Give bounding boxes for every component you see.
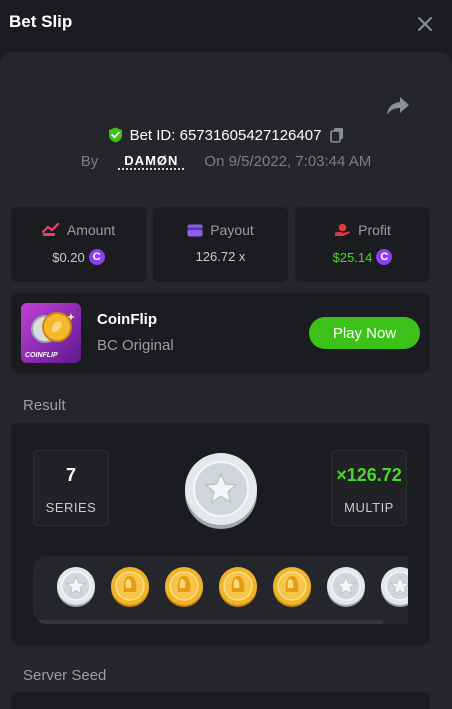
server-seed-card: [11, 692, 430, 709]
bet-date: 9/5/2022, 7:03:44 AM: [228, 152, 372, 170]
payout-card: Payout 126.72 x: [153, 207, 288, 282]
amount-icon: [41, 223, 59, 236]
shield-check-icon: [108, 127, 122, 143]
by-label: By: [80, 152, 99, 170]
server-seed-label: Server Seed: [23, 667, 107, 684]
gold-coin-icon: [273, 567, 311, 607]
gold-coin-icon: [165, 567, 203, 607]
gold-coin-icon: [219, 567, 257, 607]
series-value: 7: [65, 465, 76, 485]
gold-coin-icon: [111, 567, 149, 607]
profit-label: Profit: [358, 222, 391, 238]
result-section-label: Result: [23, 397, 66, 414]
bet-slip-header: Bet Slip: [0, 0, 452, 48]
bet-id-row: Bet ID: 65731605427126407: [0, 124, 452, 146]
result-silver-coin: [185, 453, 257, 529]
thumb-label: COINFLIP: [25, 352, 58, 359]
multiplier-label: MULTIP: [344, 500, 394, 515]
profit-icon: [335, 223, 350, 236]
profit-card: Profit $25.14 C: [295, 207, 430, 282]
series-label: SERIES: [45, 500, 97, 515]
play-now-button[interactable]: Play Now: [309, 317, 420, 349]
flip-history-strip[interactable]: [33, 556, 408, 624]
payout-label: Payout: [210, 222, 254, 238]
game-subtitle: BC Original: [97, 337, 174, 354]
amount-label: Amount: [66, 222, 116, 238]
silver-coin-icon: [57, 567, 95, 607]
close-icon[interactable]: [413, 12, 437, 36]
currency-icon: C: [376, 249, 393, 265]
series-box: 7 SERIES: [33, 450, 109, 526]
strip-scrollbar[interactable]: [33, 620, 383, 624]
bet-author-row: By DAMØN On 9/5/2022, 7:03:44 AM: [0, 150, 452, 172]
copy-icon[interactable]: [330, 127, 344, 143]
card-icon: [187, 224, 203, 236]
result-card: 7 SERIES ×126.72 MULTIP: [11, 423, 430, 645]
currency-icon: C: [88, 249, 105, 265]
game-card: COINFLIP CoinFlip BC Original Play Now: [11, 293, 430, 373]
multiplier-box: ×126.72 MULTIP: [331, 450, 407, 526]
bet-id-text: Bet ID: 65731605427126407: [129, 126, 322, 144]
silver-coin-icon: [327, 567, 365, 607]
amount-card: Amount $0.20 C: [11, 207, 146, 282]
profit-value: $25.14: [332, 249, 373, 265]
amount-value: $0.20: [52, 249, 85, 265]
coinflip-thumbnail[interactable]: COINFLIP: [21, 303, 81, 363]
multiplier-value: ×126.72: [336, 465, 402, 485]
silver-coin-icon: [381, 567, 408, 607]
game-name: CoinFlip: [97, 311, 157, 328]
on-label: On: [204, 152, 225, 170]
payout-value: 126.72 x: [195, 249, 246, 264]
username[interactable]: DAMØN: [118, 153, 185, 170]
share-icon[interactable]: [386, 95, 410, 117]
header-title: Bet Slip: [9, 12, 73, 31]
